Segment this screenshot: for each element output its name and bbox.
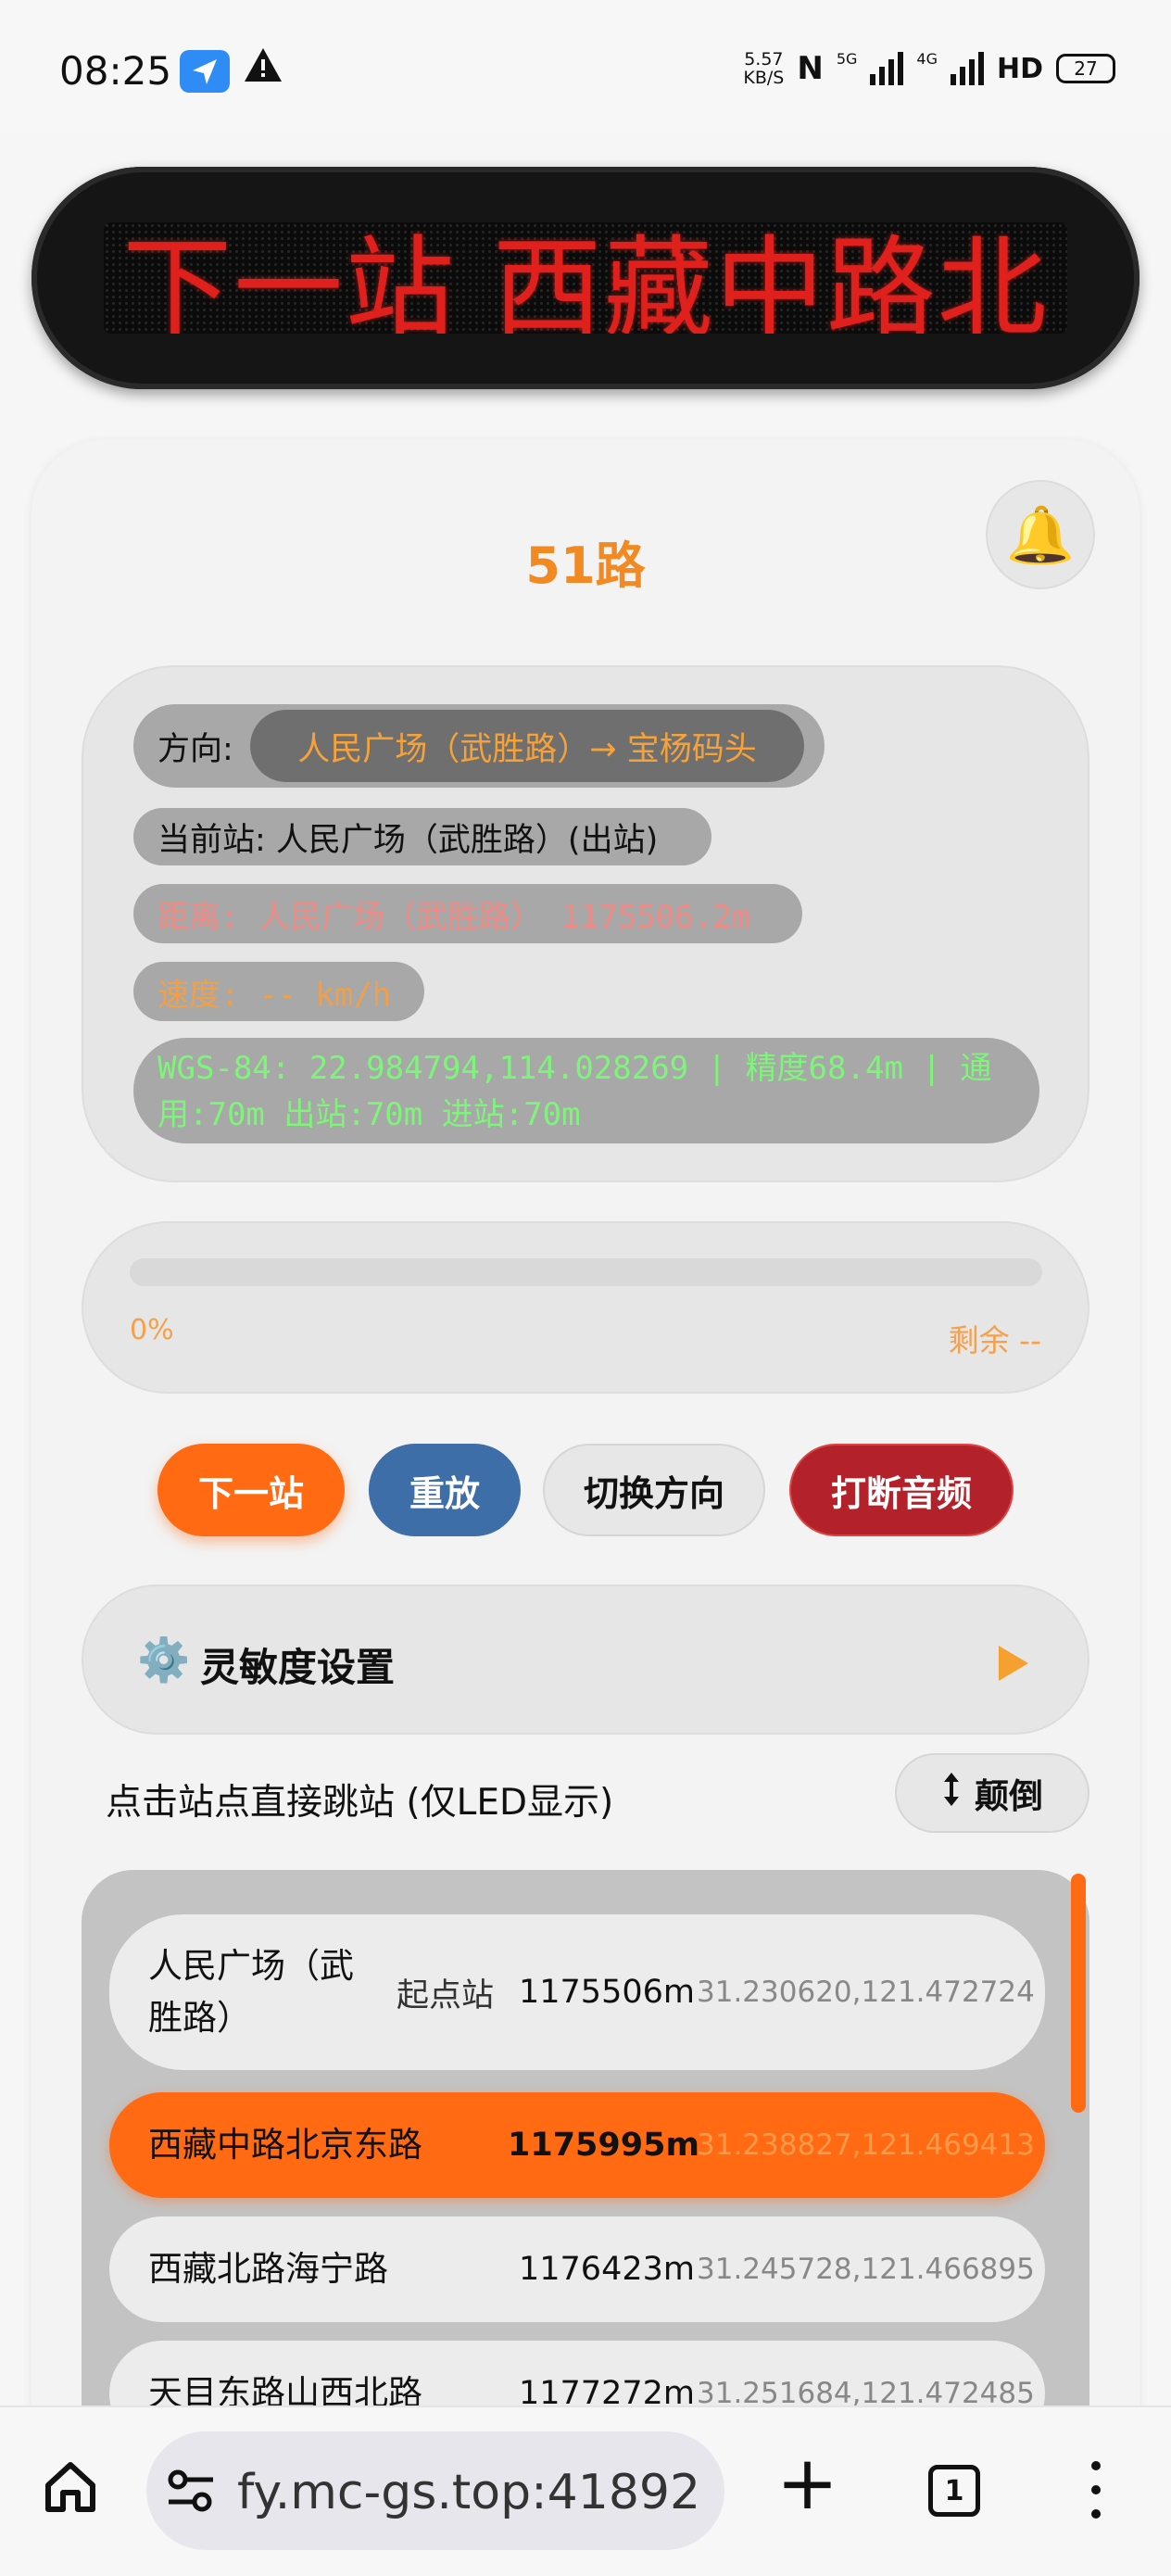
led-display: 下一站 西藏中路北: [31, 167, 1140, 389]
signal-4g-label: 4G: [916, 50, 938, 68]
jump-hint: 点击站点直接跳站 (仅LED显示): [106, 1782, 614, 1824]
tab-switcher-button[interactable]: 1: [928, 2465, 980, 2517]
stop-audio-button[interactable]: 打断音频: [789, 1444, 1014, 1536]
station-name: 人民广场（武胜路）: [148, 1946, 354, 2038]
flip-order-button[interactable]: 颠倒: [895, 1753, 1089, 1833]
current-station: 当前站: 人民广场（武胜路）(出站): [133, 808, 711, 865]
url-bar[interactable]: fy.mc-gs.top:41892: [146, 2431, 724, 2550]
signal-icon-2: [950, 52, 984, 85]
progress-remaining: 剩余 --: [948, 1322, 1041, 1358]
sensitivity-label: 灵敏度设置: [200, 1645, 396, 1690]
hd-icon: HD: [996, 52, 1043, 85]
home-icon[interactable]: [43, 2459, 98, 2515]
sort-arrows-icon: [941, 1771, 962, 1816]
replay-button[interactable]: 重放: [369, 1444, 521, 1536]
gear-icon: ⚙️: [137, 1635, 191, 1685]
direction-row: 方向: 人民广场（武胜路）→ 宝杨码头: [133, 704, 825, 788]
status-right: 5.57 KB/S N 5G 4G HD 27: [743, 50, 1115, 87]
status-bar: 08:25 5.57 KB/S N 5G 4G HD 27: [0, 0, 1171, 134]
nfc-icon: N: [797, 50, 824, 87]
url-text: fy.mc-gs.top:41892: [237, 2465, 701, 2520]
more-menu-icon[interactable]: [1091, 2461, 1104, 2522]
led-text: 下一站 西藏中路北: [122, 223, 1049, 335]
status-time: 08:25: [59, 48, 172, 94]
progress-percent: 0%: [130, 1314, 174, 1346]
net-speed: 5.57 KB/S: [743, 49, 785, 88]
signal-5g-label: 5G: [836, 50, 858, 68]
station-name: 西藏北路海宁路: [148, 2249, 388, 2289]
next-stop-button[interactable]: 下一站: [157, 1444, 345, 1536]
navigation-icon: [180, 50, 230, 93]
station-name: 西藏中路北京东路: [148, 2125, 422, 2165]
direction-value: 人民广场（武胜路）→ 宝杨码头: [250, 710, 804, 782]
station-tag: 起点站: [397, 1976, 495, 2014]
flip-label: 颠倒: [975, 1776, 1043, 1816]
signal-icon: [870, 52, 904, 85]
direction-label: 方向:: [157, 730, 233, 768]
expand-arrow-icon[interactable]: [999, 1646, 1028, 1681]
station-distance: 1175995m: [508, 2127, 699, 2164]
progress-bar: [130, 1258, 1042, 1286]
station-distance: 1176423m: [519, 2251, 695, 2288]
distance-readout: 距离: 人民广场（武胜路） 1175506.2m: [133, 884, 802, 943]
led-panel: 下一站 西藏中路北: [104, 222, 1067, 334]
station-item[interactable]: 西藏北路海宁路 1176423m 31.245728,121.466895: [109, 2216, 1045, 2322]
switch-direction-button[interactable]: 切换方向: [543, 1444, 765, 1536]
station-coord: 31.230620,121.472724: [697, 1976, 1035, 2009]
station-distance: 1175506m: [519, 1974, 695, 2011]
warning-icon: [243, 46, 283, 93]
station-coord: 31.238827,121.469413: [697, 2128, 1035, 2162]
route-title: 51路: [525, 537, 646, 595]
progress-panel: [82, 1221, 1089, 1394]
station-item[interactable]: 人民广场（武胜路） 起点站 1175506m 31.230620,121.472…: [109, 1914, 1045, 2070]
station-item-active[interactable]: 西藏中路北京东路 1175995m 31.238827,121.469413: [109, 2092, 1045, 2198]
gps-readout: WGS-84: 22.984794,114.028269 | 精度68.4m |…: [133, 1038, 1039, 1143]
site-settings-icon[interactable]: [167, 2469, 215, 2513]
speed-readout: 速度: -- km/h: [133, 962, 424, 1021]
station-list-scrollbar[interactable]: [1071, 1874, 1086, 2113]
station-coord: 31.245728,121.466895: [697, 2253, 1035, 2286]
new-tab-icon[interactable]: +: [776, 2446, 838, 2520]
battery-icon: 27: [1056, 54, 1115, 83]
